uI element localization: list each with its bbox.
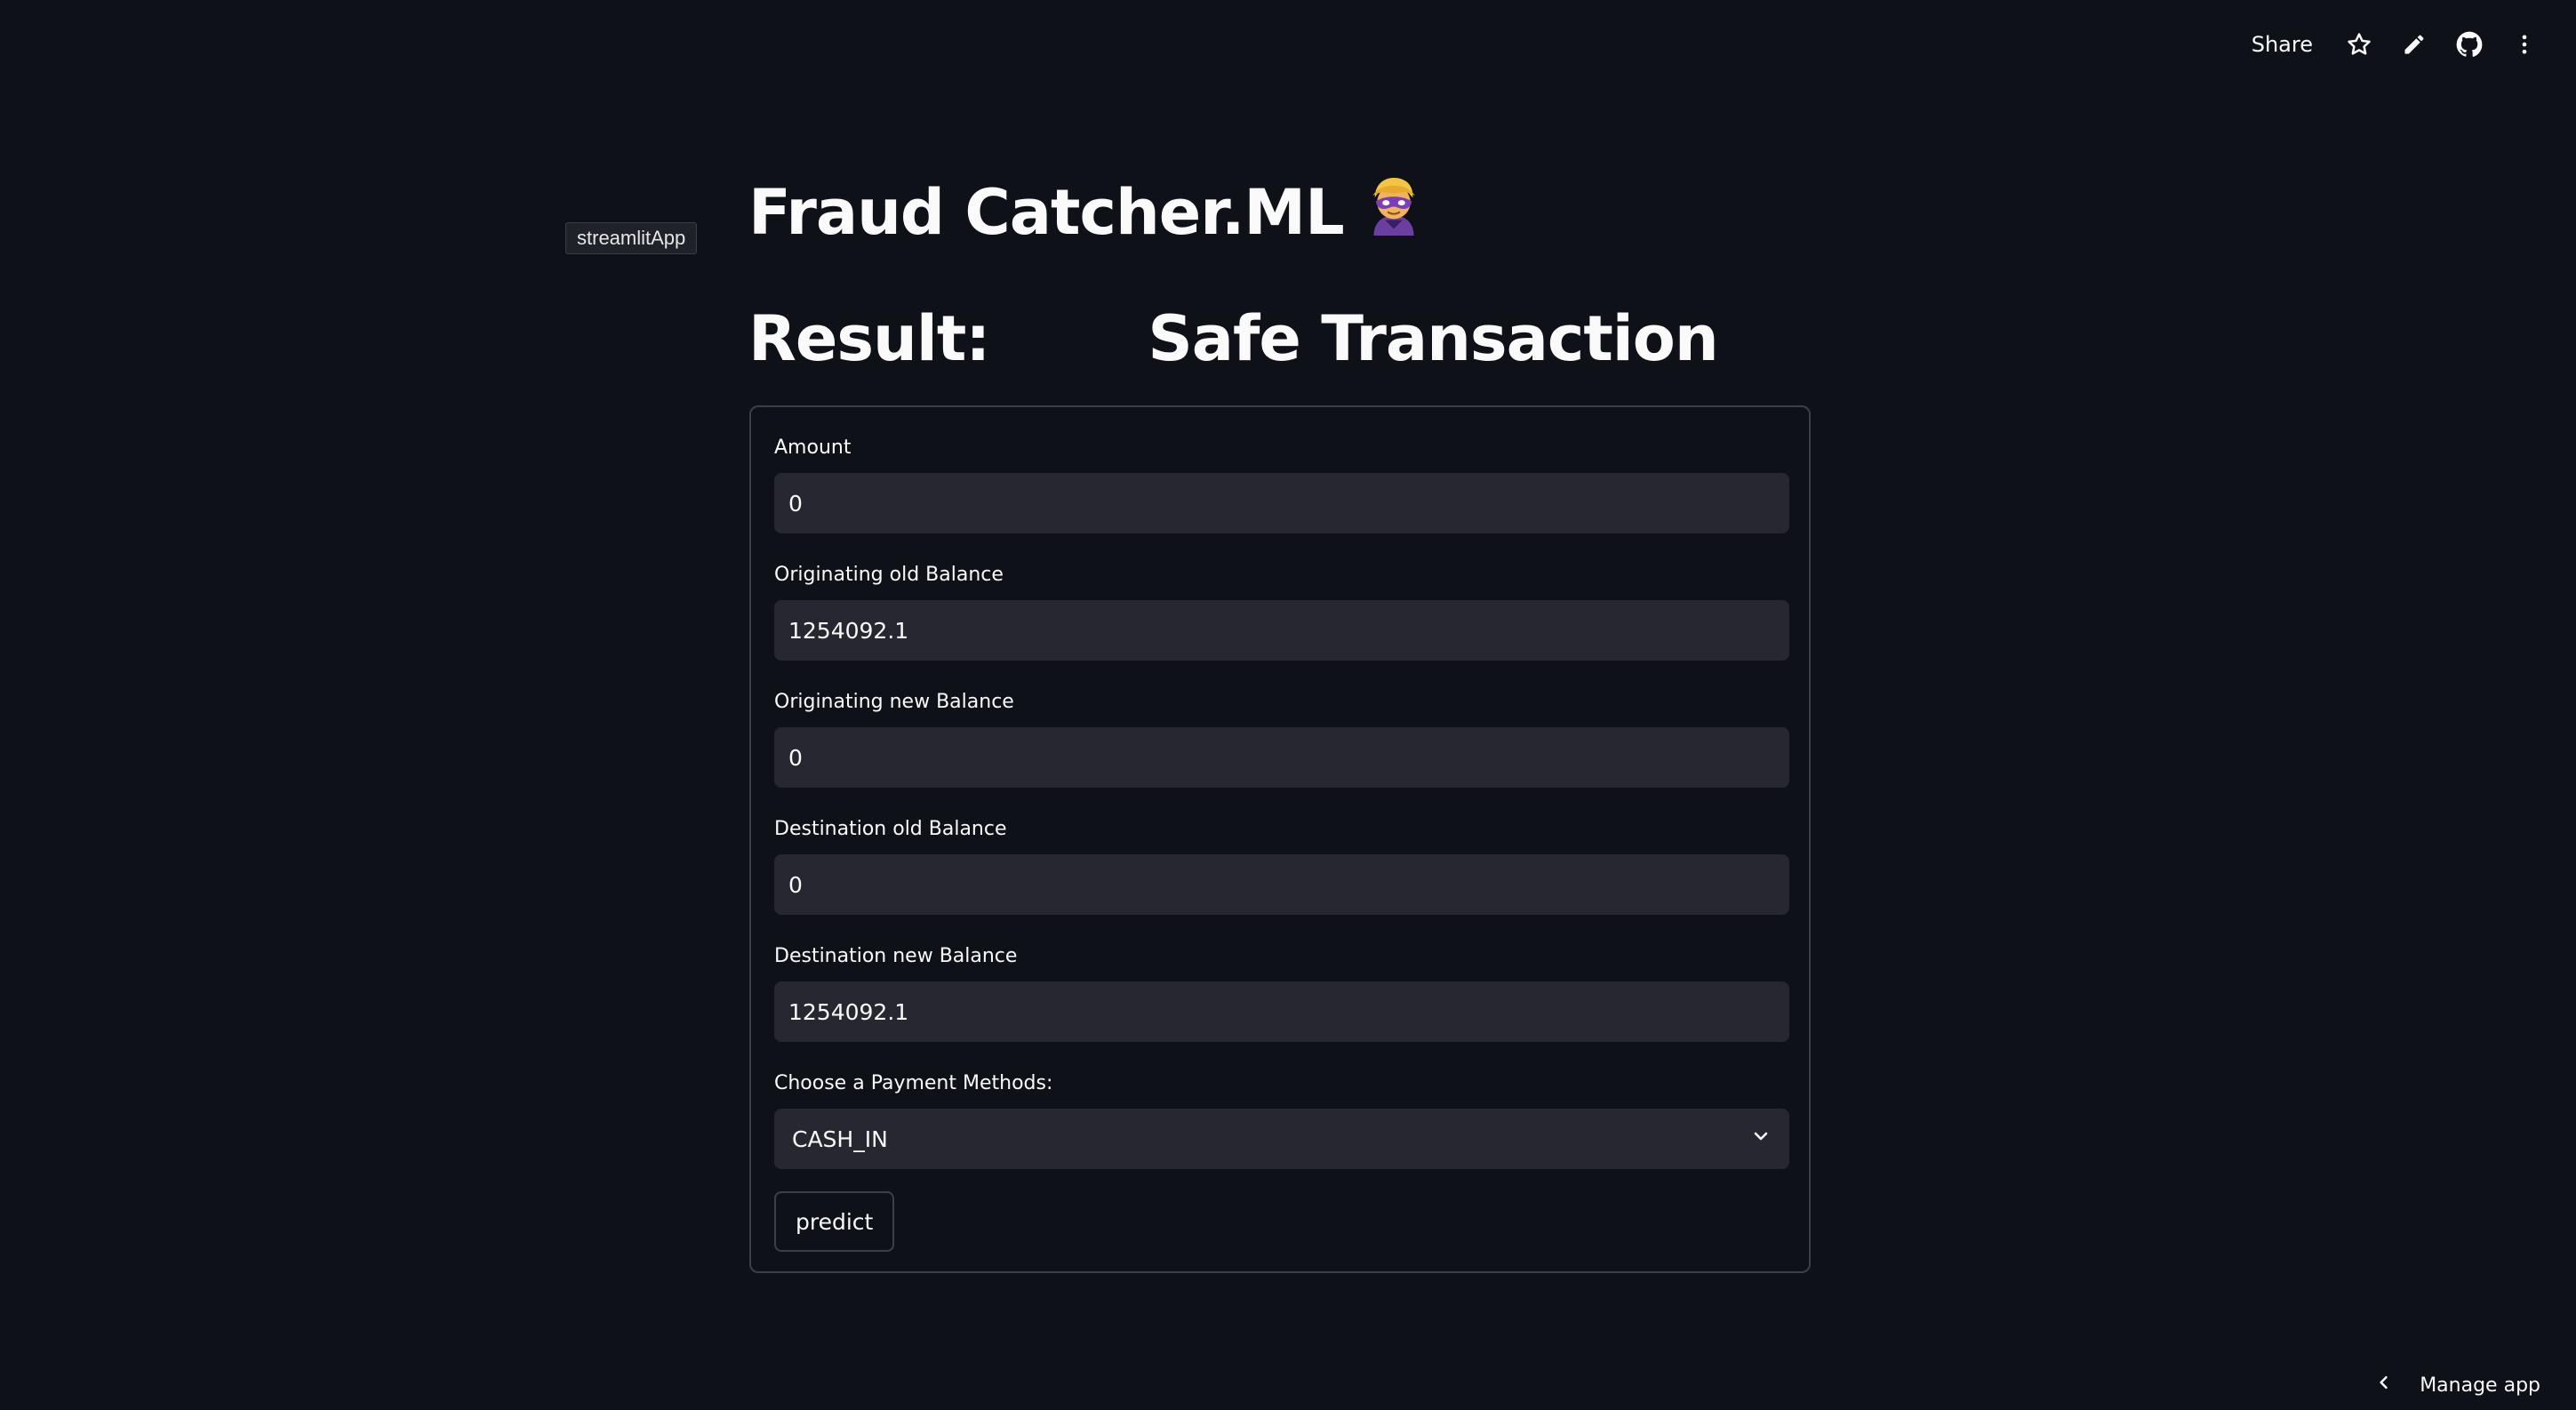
prediction-form: Amount 0 Originating old Balance 1254092… [749, 405, 1811, 1273]
amount-field-group: Amount 0 [774, 436, 1789, 533]
dest-old-balance-input[interactable]: 0 [774, 854, 1789, 915]
result-label: Result: [748, 302, 990, 375]
pencil-icon[interactable] [2398, 28, 2430, 60]
chevron-left-icon [2375, 1373, 2393, 1398]
app-name-tag: streamlitApp [565, 222, 698, 254]
amount-label: Amount [774, 437, 852, 459]
payment-method-select[interactable]: CASH_IN [774, 1109, 1789, 1169]
app-page: Share streamlitApp Fraud Catcher.ML Resu… [0, 0, 2576, 1410]
result-value: Safe Transaction [1148, 302, 1718, 375]
dest-new-balance-field-group: Destination new Balance 1254092.1 [774, 944, 1789, 1042]
more-vertical-icon[interactable] [2508, 28, 2540, 60]
orig-new-balance-field-group: Originating new Balance 0 [774, 690, 1789, 788]
result-heading: Result: Safe Transaction [748, 302, 1719, 375]
dest-old-balance-label: Destination old Balance [774, 818, 1007, 840]
masked-hero-icon [1358, 169, 1429, 255]
payment-method-value: CASH_IN [792, 1126, 888, 1152]
star-icon[interactable] [2343, 28, 2375, 60]
payment-method-field-group: Choose a Payment Methods: CASH_IN [774, 1071, 1789, 1169]
top-toolbar: Share [2252, 28, 2540, 60]
dest-new-balance-label: Destination new Balance [774, 945, 1018, 967]
orig-old-balance-label: Originating old Balance [774, 564, 1004, 586]
orig-old-balance-input[interactable]: 1254092.1 [774, 600, 1789, 661]
dest-old-balance-field-group: Destination old Balance 0 [774, 817, 1789, 915]
manage-app-button[interactable]: Manage app [2375, 1373, 2540, 1398]
page-title: Fraud Catcher.ML [748, 169, 1429, 255]
amount-input[interactable]: 0 [774, 473, 1789, 533]
predict-button[interactable]: predict [774, 1191, 895, 1252]
dest-new-balance-input[interactable]: 1254092.1 [774, 981, 1789, 1042]
orig-new-balance-label: Originating new Balance [774, 691, 1014, 713]
manage-app-label: Manage app [2420, 1374, 2540, 1397]
payment-method-label: Choose a Payment Methods: [774, 1072, 1053, 1094]
chevron-down-icon [1750, 1126, 1772, 1152]
page-title-text: Fraud Catcher.ML [748, 175, 1345, 249]
share-button[interactable]: Share [2252, 32, 2313, 57]
github-icon[interactable] [2453, 28, 2485, 60]
orig-old-balance-field-group: Originating old Balance 1254092.1 [774, 563, 1789, 661]
orig-new-balance-input[interactable]: 0 [774, 727, 1789, 788]
